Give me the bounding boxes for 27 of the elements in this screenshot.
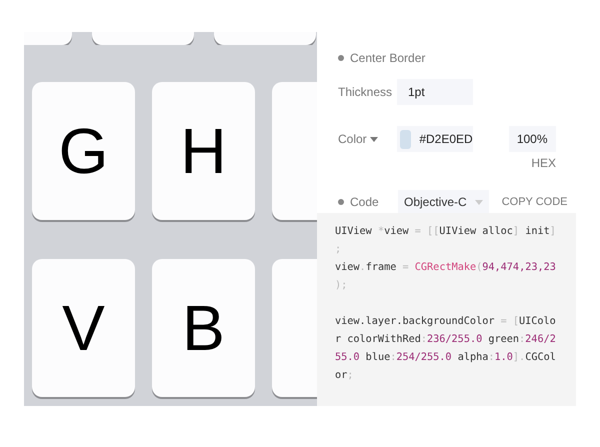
color-field[interactable]: #D2E0ED	[396, 126, 473, 152]
section-title: Center Border	[350, 51, 426, 65]
code-line: UIView *view = [[UIView alloc] init]	[335, 225, 557, 239]
bullet-icon	[338, 55, 344, 61]
bullet-icon	[338, 199, 344, 205]
code-line: ;	[335, 243, 342, 257]
keyboard-key[interactable]: V	[32, 259, 135, 397]
keyboard-key[interactable]: H	[152, 82, 255, 220]
thickness-label: Thickness	[338, 85, 394, 99]
keyboard-key[interactable]: G	[32, 82, 135, 220]
caret-icon	[474, 200, 483, 204]
copy-code-link[interactable]: COPY CODE	[502, 196, 568, 208]
format-label: HEX	[531, 156, 556, 170]
code-line: or;	[335, 369, 354, 383]
code-line: 55.0 blue:254/255.0 alpha:1.0].CGCol	[335, 351, 557, 365]
caret-icon	[370, 136, 378, 142]
keyboard-key[interactable]: B	[152, 259, 255, 397]
code-line: view.layer.backgroundColor = [UIColo	[335, 315, 557, 329]
code-line: r colorWithRed:236/255.0 green:246/2	[335, 333, 557, 347]
code-line: );	[335, 279, 348, 293]
code-label: Code	[350, 195, 380, 209]
language-dropdown[interactable]: Objective-C	[398, 190, 489, 214]
opacity-field[interactable]: 100%	[508, 126, 556, 152]
code-line: view.frame = CGRectMake(94,474,23,23	[335, 261, 557, 275]
color-dropdown[interactable]: Color	[338, 132, 378, 146]
thickness-field[interactable]: 1pt	[397, 79, 473, 105]
color-swatch[interactable]	[400, 130, 412, 148]
